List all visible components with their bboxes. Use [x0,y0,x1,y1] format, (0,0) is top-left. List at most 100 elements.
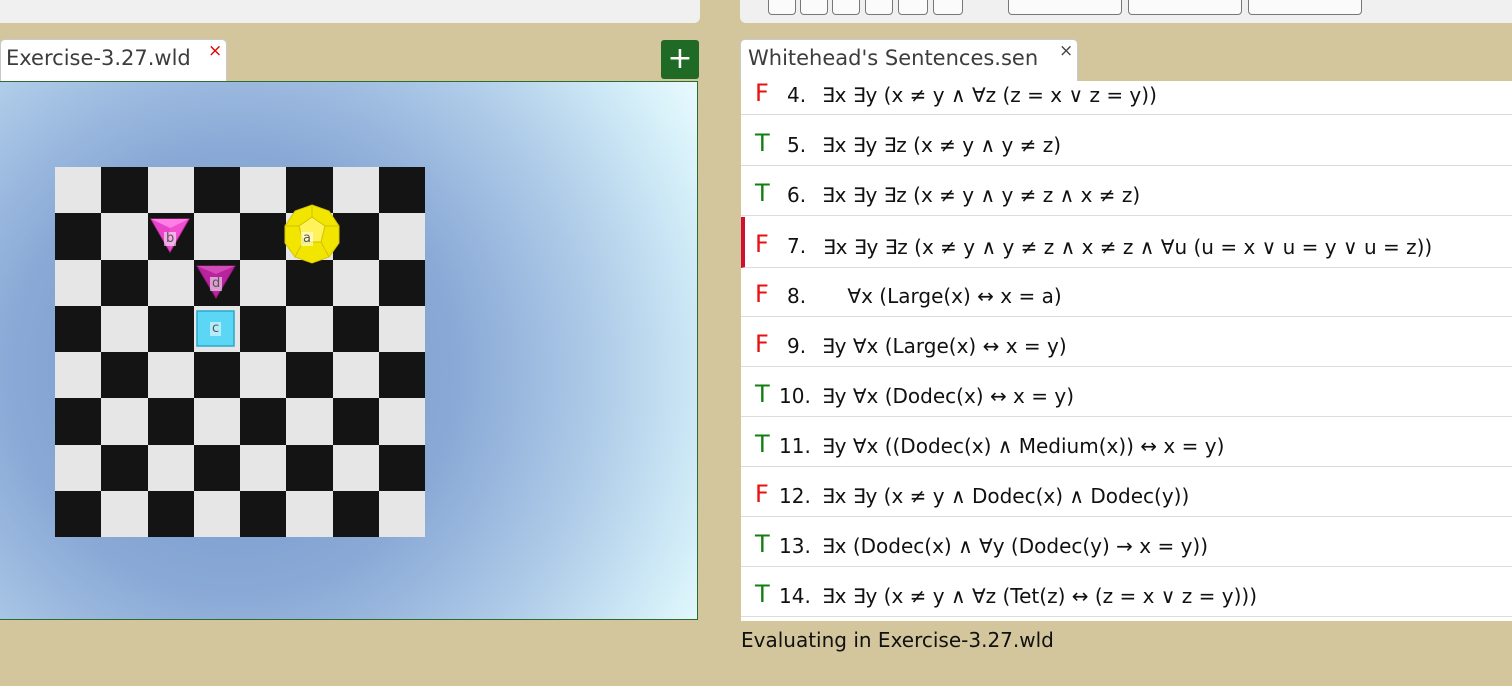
board-square[interactable] [101,444,148,491]
board-square[interactable] [193,213,240,260]
sentence-row-14[interactable]: T 14. ∃x ∃y (x ≠ y ∧ ∀z (Tet(z) ↔ (z = x… [741,568,1512,617]
keypad-z-button[interactable] [832,0,860,15]
board-square[interactable] [101,398,148,445]
board-square[interactable] [286,398,333,445]
board-square[interactable] [193,398,240,445]
sentence-list[interactable]: F 4. ∃x ∃y (x ≠ y ∧ ∀z (z = x ∨ z = y)) … [741,81,1512,621]
sentence-toolbar [740,0,1512,23]
sentence-row-9[interactable]: F 9. ∃y ∀x (Large(x) ↔ x = y) [741,318,1512,367]
truth-value-indicator: T [755,179,770,207]
board-square[interactable] [286,352,333,399]
board-square[interactable] [147,352,194,399]
block-label-d: d [210,276,223,291]
board-square[interactable] [193,444,240,491]
sentence-row-7[interactable]: F 7. ∃x ∃y ∃z (x ≠ y ∧ y ≠ z ∧ x ≠ z ∧ ∀… [741,217,1512,268]
keypad-y-button[interactable] [800,0,828,15]
toolbar-button-3[interactable] [1248,0,1362,15]
tab-sentence-file[interactable]: Whitehead's Sentences.sen × [740,39,1078,82]
board-square[interactable] [147,305,194,352]
block-label-c: c [210,321,222,336]
sentence-row-5[interactable]: T 5. ∃x ∃y ∃z (x ≠ y ∧ y ≠ z) [741,117,1512,166]
sentence-formula: ∃x ∃y (x ≠ y ∧ ∀z (Tet(z) ↔ (z = x ∨ z =… [822,584,1258,608]
board-square[interactable] [55,444,102,491]
world-view[interactable]: b a d c [0,81,698,620]
board-square[interactable] [55,259,102,306]
board-square[interactable] [147,444,194,491]
checkerboard[interactable] [55,167,425,537]
close-icon[interactable]: × [208,42,222,60]
board-square[interactable] [55,490,102,537]
board-square[interactable] [332,490,379,537]
board-square[interactable] [101,305,148,352]
board-square[interactable] [378,398,425,445]
board-square[interactable] [240,352,287,399]
sentence-row-4[interactable]: F 4. ∃x ∃y (x ≠ y ∧ ∀z (z = x ∨ z = y)) [741,81,1512,115]
truth-value-indicator: T [755,129,770,157]
board-square[interactable] [240,490,287,537]
board-square[interactable] [378,352,425,399]
sentence-number: 4. [787,83,807,107]
toolbar-button-2[interactable] [1128,0,1242,15]
sentence-row-12[interactable]: F 12. ∃x ∃y (x ≠ y ∧ Dodec(x) ∧ Dodec(y)… [741,468,1512,517]
sentence-row-13[interactable]: T 13. ∃x (Dodec(x) ∧ ∀y (Dodec(y) → x = … [741,518,1512,567]
truth-value-indicator: T [755,380,770,408]
sentence-formula: ∃x ∃y (x ≠ y ∧ Dodec(x) ∧ Dodec(y)) [822,484,1190,508]
board-square[interactable] [286,444,333,491]
board-square[interactable] [147,167,194,214]
board-square[interactable] [240,305,287,352]
sentence-number: 13. [779,534,811,558]
toolbar-button-1[interactable] [1008,0,1122,15]
board-square[interactable] [378,167,425,214]
sentence-row-8[interactable]: F 8. ∀x (Large(x) ↔ x = a) [741,268,1512,317]
board-square[interactable] [55,305,102,352]
board-square[interactable] [240,444,287,491]
board-square[interactable] [147,259,194,306]
board-square[interactable] [240,167,287,214]
truth-value-indicator: T [755,430,770,458]
board-square[interactable] [193,490,240,537]
board-square[interactable] [240,398,287,445]
board-square[interactable] [55,167,102,214]
block-label-b: b [164,231,177,246]
keypad-x-button[interactable] [768,0,796,15]
board-square[interactable] [55,352,102,399]
board-square[interactable] [193,167,240,214]
board-square[interactable] [378,305,425,352]
truth-value-indicator: F [755,230,769,258]
board-square[interactable] [101,490,148,537]
board-square[interactable] [332,352,379,399]
sentence-row-11[interactable]: T 11. ∃y ∀x ((Dodec(x) ∧ Medium(x)) ↔ x … [741,418,1512,467]
board-square[interactable] [378,259,425,306]
board-square[interactable] [378,213,425,260]
board-square[interactable] [55,398,102,445]
keypad-v-button[interactable] [898,0,928,15]
board-square[interactable] [147,398,194,445]
board-square[interactable] [240,259,287,306]
board-square[interactable] [286,259,333,306]
keypad-u-button[interactable] [865,0,893,15]
keypad-w-button[interactable] [933,0,963,15]
board-square[interactable] [332,444,379,491]
sentence-row-6[interactable]: T 6. ∃x ∃y ∃z (x ≠ y ∧ y ≠ z ∧ x ≠ z) [741,167,1512,216]
board-square[interactable] [286,490,333,537]
board-square[interactable] [378,490,425,537]
board-square[interactable] [193,352,240,399]
tab-world-file[interactable]: Exercise-3.27.wld × [0,39,227,82]
add-world-button[interactable]: + [661,40,699,79]
board-square[interactable] [378,444,425,491]
close-icon[interactable]: × [1059,42,1073,60]
sentence-row-10[interactable]: T 10. ∃y ∀x (Dodec(x) ↔ x = y) [741,368,1512,417]
board-square[interactable] [240,213,287,260]
sentence-formula: ∃x ∃y (x ≠ y ∧ ∀z (z = x ∨ z = y)) [822,83,1157,107]
board-square[interactable] [101,352,148,399]
board-square[interactable] [332,398,379,445]
block-label-a: a [301,231,313,246]
board-square[interactable] [286,305,333,352]
board-square[interactable] [55,213,102,260]
board-square[interactable] [332,305,379,352]
board-square[interactable] [332,259,379,306]
board-square[interactable] [101,167,148,214]
board-square[interactable] [101,259,148,306]
board-square[interactable] [147,490,194,537]
board-square[interactable] [101,213,148,260]
